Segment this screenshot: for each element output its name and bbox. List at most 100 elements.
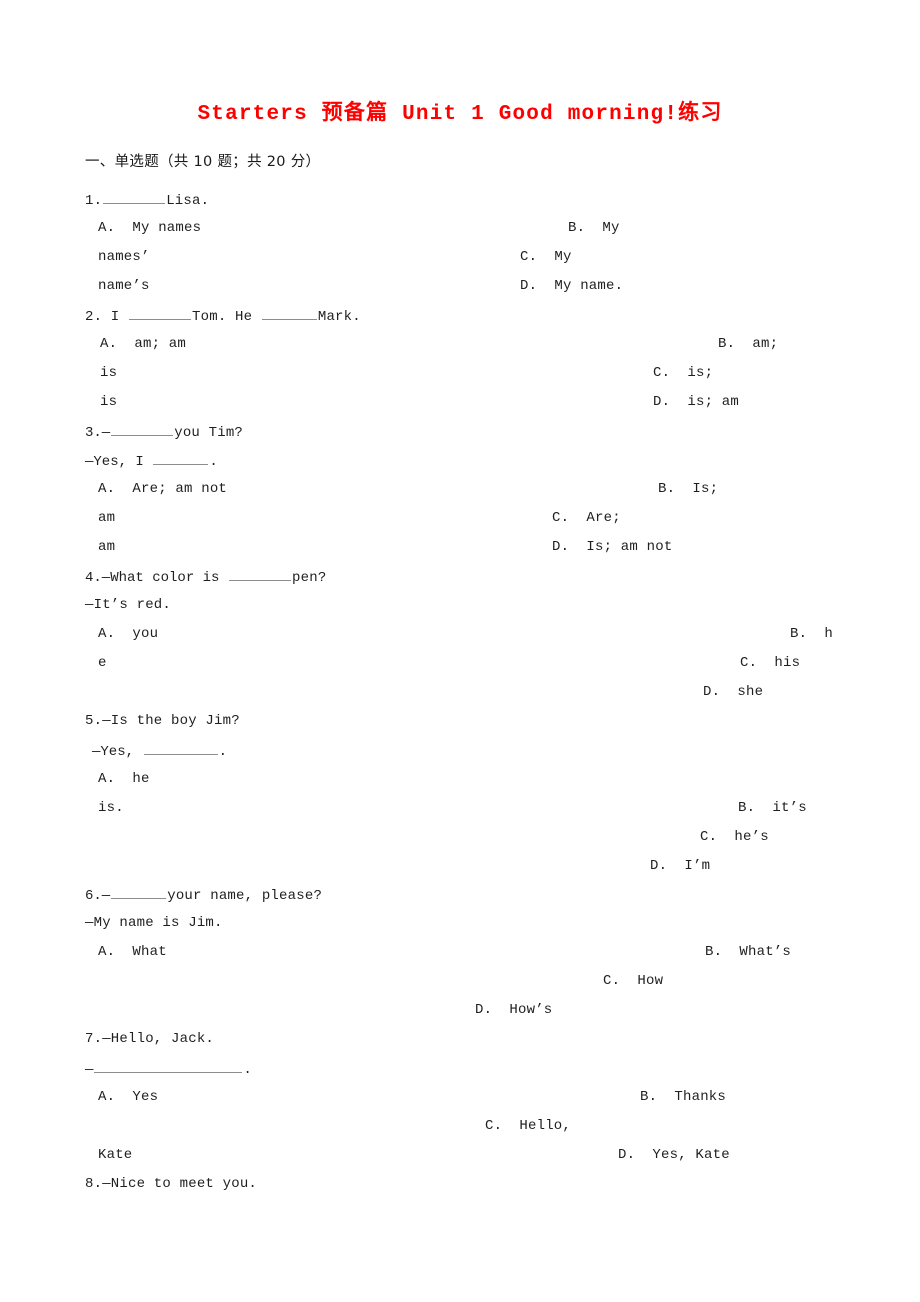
question-1-option-c[interactable]: C. My	[520, 248, 572, 266]
option-label-b: B.	[640, 1089, 658, 1105]
question-7-stem-line1: 7.—Hello, Jack.	[85, 1031, 215, 1047]
option-text-a: What	[132, 944, 167, 960]
option-text-a: you	[132, 626, 159, 642]
question-3-answer-tail: .	[209, 454, 219, 470]
question-4-stem-line1: 4.—What color is pen?	[85, 567, 326, 587]
question-3-option-a-cont2: am	[98, 539, 116, 555]
blank-line	[111, 422, 174, 436]
option-text-b: Thanks	[674, 1089, 727, 1105]
option-text-c: is;	[687, 365, 714, 381]
option-text-c: his	[774, 655, 801, 671]
question-6-stem-tail: your name, please?	[167, 888, 323, 904]
question-3-option-a-cont: am	[98, 510, 116, 526]
question-3-answer-prefix: —Yes, I	[85, 454, 144, 470]
option-text-b: What’s	[739, 944, 792, 960]
question-3-option-d[interactable]: D. Is; am not	[552, 538, 672, 556]
question-3-number: 3.—	[85, 425, 111, 441]
question-7-option-c[interactable]: C. Hello,	[485, 1117, 571, 1135]
option-text-b: it’s	[772, 800, 807, 816]
blank-line	[94, 1059, 243, 1073]
option-text-a: My names	[132, 220, 202, 236]
option-text-d: My name.	[554, 278, 624, 294]
question-5-option-b[interactable]: B. it’s	[738, 799, 807, 817]
option-label-c: C.	[700, 829, 718, 845]
question-6-stem-line1: 6.— your name, please?	[85, 885, 322, 905]
option-label-a: A.	[98, 1089, 116, 1105]
question-7-answer-prefix: —	[85, 1062, 94, 1078]
question-7-option-d[interactable]: D. Yes, Kate	[618, 1146, 730, 1164]
question-7-option-b[interactable]: B. Thanks	[640, 1088, 726, 1106]
question-6-option-d[interactable]: D. How’s	[475, 1001, 552, 1019]
option-text-b: h	[824, 626, 834, 642]
option-text-a: he	[132, 771, 150, 787]
question-5-stem-line1: 5.—Is the boy Jim?	[85, 713, 240, 729]
option-text-c: How	[637, 973, 664, 989]
question-7-option-c-cont: Kate	[98, 1147, 133, 1163]
option-label-d: D.	[618, 1147, 636, 1163]
question-5-answer-prefix: —Yes,	[92, 744, 135, 760]
option-label-c: C.	[552, 510, 570, 526]
option-label-c: C.	[485, 1118, 503, 1134]
question-6-option-a[interactable]: A. What	[98, 943, 167, 961]
option-label-b: B.	[568, 220, 586, 236]
question-1-stem: 1. Lisa.	[85, 190, 209, 210]
option-label-c: C.	[520, 249, 538, 265]
blank-line	[229, 567, 292, 581]
question-3-option-a[interactable]: A. Are; am not	[98, 480, 227, 498]
option-text-c: My	[554, 249, 572, 265]
option-text-b: Is;	[692, 481, 719, 497]
option-text-d: Yes, Kate	[652, 1147, 730, 1163]
question-3-option-c[interactable]: C. Are;	[552, 509, 621, 527]
option-label-d: D.	[552, 539, 570, 555]
question-3-option-b[interactable]: B. Is;	[658, 480, 718, 498]
option-label-b: B.	[738, 800, 756, 816]
question-1-stem-tail: Lisa.	[166, 193, 210, 209]
question-7-stem-line2: —.	[85, 1059, 252, 1079]
question-2-stem: 2. I Tom. He Mark.	[85, 306, 361, 326]
document-page: Starters 预备篇 Unit 1 Good morning!练习 一、单选…	[0, 0, 920, 1302]
option-text-d: she	[737, 684, 764, 700]
question-2-option-b[interactable]: B. am;	[718, 335, 778, 353]
question-5-option-a[interactable]: A. he	[98, 770, 150, 788]
option-label-c: C.	[603, 973, 621, 989]
question-1-option-a[interactable]: A. My names	[98, 219, 201, 237]
question-1-option-b[interactable]: B. My	[568, 219, 620, 237]
option-label-a: A.	[98, 220, 116, 236]
question-6-option-b[interactable]: B. What’s	[705, 943, 791, 961]
question-2-number: 2. I	[85, 309, 120, 325]
blank-line	[261, 306, 317, 320]
option-text-a: Are; am not	[132, 481, 228, 497]
question-2-option-d[interactable]: D. is; am	[653, 393, 739, 411]
question-2-option-a-cont2: is	[100, 394, 118, 410]
option-label-a: A.	[98, 771, 116, 787]
question-6-option-c[interactable]: C. How	[603, 972, 663, 990]
question-5-stem-line2: —Yes, .	[92, 741, 227, 761]
question-2-option-a[interactable]: A. am; am	[100, 335, 186, 353]
question-7-option-a[interactable]: A. Yes	[98, 1088, 158, 1106]
question-4-option-b[interactable]: B. h	[790, 625, 833, 643]
option-text-d: I’m	[684, 858, 711, 874]
question-4-option-a[interactable]: A. you	[98, 625, 158, 643]
option-label-d: D.	[520, 278, 538, 294]
question-2-option-a-cont: is	[100, 365, 118, 381]
option-text-d: How’s	[509, 1002, 553, 1018]
question-1-option-d[interactable]: D. My name.	[520, 277, 623, 295]
question-4-option-c[interactable]: C. his	[740, 654, 800, 672]
question-4-stem-tail: pen?	[292, 570, 327, 586]
question-7-answer-tail: .	[243, 1062, 253, 1078]
option-label-b: B.	[718, 336, 736, 352]
option-text-d: Is; am not	[586, 539, 673, 555]
option-text-d: is; am	[687, 394, 740, 410]
question-2-option-c[interactable]: C. is;	[653, 364, 713, 382]
question-8-stem: 8.—Nice to meet you.	[85, 1176, 258, 1192]
option-text-c: Are;	[586, 510, 621, 526]
question-5-option-c[interactable]: C. he’s	[700, 828, 769, 846]
option-text-b: am;	[752, 336, 779, 352]
question-4-option-d[interactable]: D. she	[703, 683, 763, 701]
option-label-a: A.	[98, 944, 116, 960]
question-2-stem-mid: Tom. He	[192, 309, 253, 325]
blank-line	[143, 741, 218, 755]
question-5-option-d[interactable]: D. I’m	[650, 857, 710, 875]
option-label-b: B.	[705, 944, 723, 960]
blank-line	[111, 885, 167, 899]
